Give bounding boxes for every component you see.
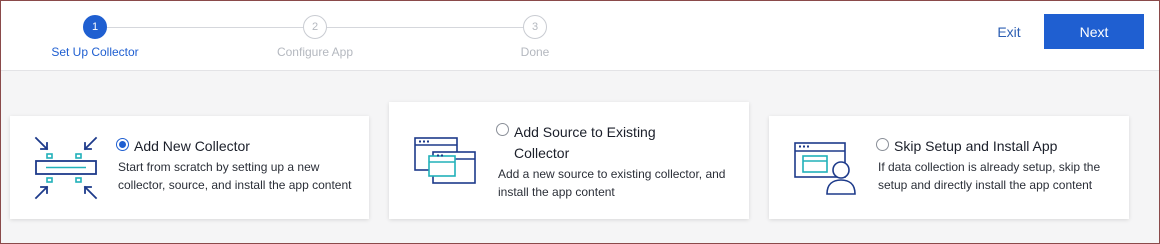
option-description: Add a new source to existing collector, … xyxy=(498,167,726,199)
step-3-label: Done xyxy=(520,45,550,59)
window-user-icon xyxy=(794,142,856,195)
step-1-indicator: 1 xyxy=(83,15,107,39)
option-card-add-source-existing[interactable]: Add Source to Existing Collector Add a n… xyxy=(389,102,749,219)
option-radio-skip-setup[interactable] xyxy=(876,138,889,151)
step-1-label: Set Up Collector xyxy=(51,45,139,59)
stacked-windows-icon xyxy=(414,137,476,184)
option-title: Add New Collector xyxy=(134,138,250,154)
collector-compress-icon xyxy=(34,136,98,200)
option-description: If data collection is already setup, ski… xyxy=(878,160,1101,192)
option-title: Add Source to Existing Collector xyxy=(514,124,656,161)
option-title: Skip Setup and Install App xyxy=(894,138,1058,154)
step-connector xyxy=(327,27,523,28)
option-card-add-new-collector[interactable]: Add New Collector Start from scratch by … xyxy=(10,116,369,219)
option-description: Start from scratch by setting up a new c… xyxy=(118,160,352,192)
step-2-label: Configure App xyxy=(276,45,354,59)
option-radio-add-source-existing[interactable] xyxy=(496,123,509,136)
step-connector xyxy=(107,27,303,28)
next-button[interactable]: Next xyxy=(1044,14,1144,49)
step-2-indicator: 2 xyxy=(303,15,327,39)
step-3-indicator: 3 xyxy=(523,15,547,39)
setup-header: 1 Set Up Collector 2 Configure App 3 Don… xyxy=(1,1,1159,71)
exit-button[interactable]: Exit xyxy=(983,15,1035,49)
option-radio-add-new-collector[interactable] xyxy=(116,138,129,151)
option-card-skip-setup[interactable]: Skip Setup and Install App If data colle… xyxy=(769,116,1129,219)
